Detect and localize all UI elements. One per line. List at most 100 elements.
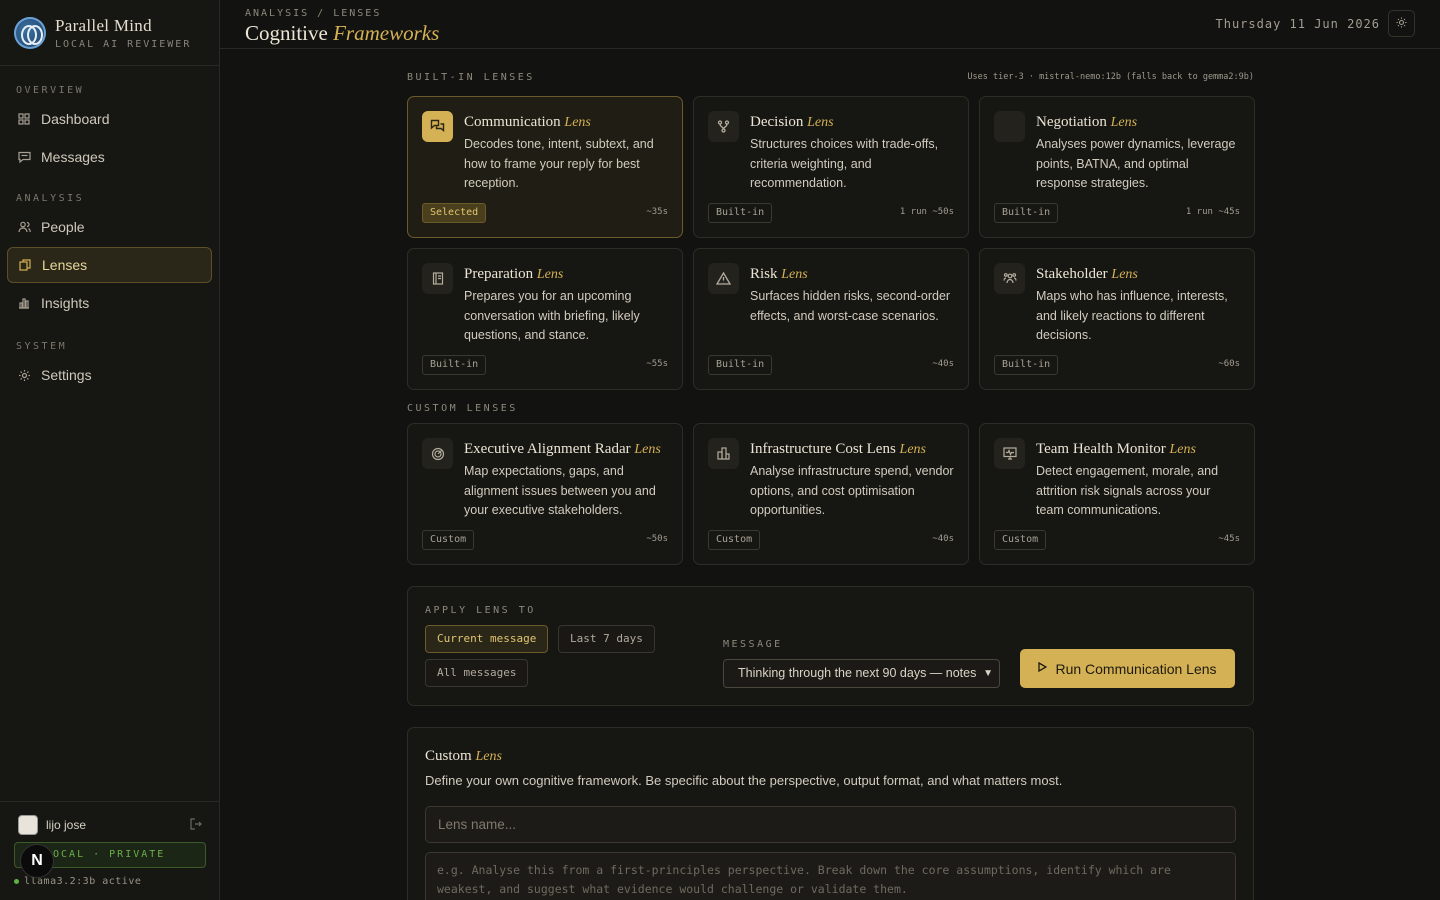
lens-card-team-health-monitor[interactable]: Team Health Monitor Lens Detect engageme… bbox=[979, 423, 1255, 565]
building-icon bbox=[708, 438, 739, 469]
lens-name: Negotiation bbox=[1036, 114, 1107, 130]
lens-suffix: Lens bbox=[564, 115, 591, 130]
page-title-accent: Frameworks bbox=[333, 21, 440, 45]
lens-card-executive-alignment-radar[interactable]: Executive Alignment Radar Lens Map expec… bbox=[407, 423, 683, 565]
status-badge: Selected bbox=[422, 203, 487, 223]
scope-current-message[interactable]: Current message bbox=[425, 625, 549, 653]
theme-toggle-button[interactable] bbox=[1388, 10, 1415, 37]
lens-description: Decodes tone, intent, subtext, and how t… bbox=[464, 137, 654, 190]
custom-lens-grid: Executive Alignment Radar Lens Map expec… bbox=[407, 423, 1255, 565]
status-badge: Custom bbox=[994, 530, 1047, 550]
lens-suffix: Lens bbox=[807, 115, 834, 130]
lens-prompt-textarea[interactable] bbox=[425, 852, 1236, 900]
lens-card-decision[interactable]: Decision Lens Structures choices with tr… bbox=[693, 96, 969, 238]
sidebar-item-label: Dashboard bbox=[41, 111, 110, 127]
lens-name: Team Health Monitor bbox=[1036, 441, 1166, 457]
top-header: ANALYSIS / LENSES Cognitive Frameworks T… bbox=[220, 0, 1440, 49]
sidebar-item-messages[interactable]: Messages bbox=[7, 139, 212, 175]
lens-description: Surfaces hidden risks, second-order effe… bbox=[750, 289, 951, 323]
apply-lens-label: APPLY LENS TO bbox=[425, 605, 536, 616]
radar-icon bbox=[422, 438, 453, 469]
status-badge: Built-in bbox=[422, 355, 487, 375]
status-badge: Custom bbox=[708, 530, 761, 550]
scope-all-messages[interactable]: All messages bbox=[425, 659, 529, 687]
sidebar-item-lenses[interactable]: Lenses bbox=[7, 247, 212, 283]
sun-icon bbox=[1396, 17, 1407, 31]
lens-card-infrastructure-cost[interactable]: Infrastructure Cost Lens Lens Analyse in… bbox=[693, 423, 969, 565]
lens-card-stakeholder[interactable]: Stakeholder Lens Maps who has influence,… bbox=[979, 248, 1255, 390]
lens-name: Executive Alignment Radar bbox=[464, 441, 631, 457]
message-icon bbox=[17, 150, 31, 164]
clipboard-icon bbox=[422, 263, 453, 294]
sidebar-item-people[interactable]: People bbox=[7, 209, 212, 245]
lens-card-title: Negotiation Lens bbox=[1036, 114, 1240, 131]
builtin-lens-grid: Communication Lens Decodes tone, intent,… bbox=[407, 96, 1255, 390]
user-row: lijo jose bbox=[0, 802, 220, 836]
lens-name: Risk bbox=[750, 266, 778, 282]
scope-last-7-days[interactable]: Last 7 days bbox=[558, 625, 655, 653]
nav-section-analysis: ANALYSIS bbox=[16, 193, 85, 204]
lens-description: Analyse infrastructure spend, vendor opt… bbox=[750, 464, 954, 517]
message-select-value: Thinking through the next 90 days — note… bbox=[738, 666, 977, 680]
lens-card-negotiation[interactable]: Negotiation Lens Analyses power dynamics… bbox=[979, 96, 1255, 238]
status-badge: Built-in bbox=[708, 355, 773, 375]
layers-icon bbox=[18, 258, 32, 272]
lens-card-title: Risk Lens bbox=[750, 266, 954, 283]
lens-run-meta: ~60s bbox=[1218, 359, 1240, 369]
lens-run-meta: ~35s bbox=[646, 207, 668, 217]
chat-bubbles-icon bbox=[422, 111, 453, 142]
brand-subtitle: LOCAL AI REVIEWER bbox=[55, 38, 192, 50]
lens-card-title: Communication Lens bbox=[464, 114, 668, 131]
brand: Parallel Mind LOCAL AI REVIEWER bbox=[0, 0, 219, 66]
avatar bbox=[18, 815, 38, 835]
lens-suffix: Lens bbox=[1169, 442, 1196, 457]
lens-card-title: Stakeholder Lens bbox=[1036, 266, 1240, 283]
run-lens-button[interactable]: Run Communication Lens bbox=[1020, 649, 1235, 688]
lens-run-meta: 1 run ~50s bbox=[899, 207, 954, 217]
lens-card-title: Preparation Lens bbox=[464, 266, 668, 283]
lens-name-input[interactable] bbox=[425, 806, 1236, 843]
lens-suffix: Lens bbox=[899, 442, 926, 457]
sidebar-item-dashboard[interactable]: Dashboard bbox=[7, 101, 212, 137]
lens-description: Map expectations, gaps, and alignment is… bbox=[464, 464, 656, 517]
people-icon bbox=[17, 220, 31, 234]
people-group-icon bbox=[994, 263, 1025, 294]
branch-icon bbox=[708, 111, 739, 142]
lens-card-title: Executive Alignment Radar Lens bbox=[464, 441, 668, 458]
sidebar-item-label: Insights bbox=[41, 295, 90, 311]
run-lens-label: Run Communication Lens bbox=[1055, 660, 1217, 677]
lens-name: Stakeholder bbox=[1036, 266, 1108, 282]
sidebar-item-label: People bbox=[41, 219, 85, 235]
lens-run-meta: ~45s bbox=[1218, 534, 1240, 544]
sidebar-item-insights[interactable]: Insights bbox=[7, 285, 212, 321]
lens-description: Prepares you for an upcoming conversatio… bbox=[464, 289, 640, 342]
lens-card-title: Infrastructure Cost Lens Lens bbox=[750, 441, 954, 458]
lens-card-preparation[interactable]: Preparation Lens Prepares you for an upc… bbox=[407, 248, 683, 390]
model-status-text: llama3.2:3b active bbox=[24, 876, 142, 887]
lens-run-meta: 1 run ~45s bbox=[1185, 207, 1240, 217]
gear-icon bbox=[17, 368, 31, 382]
lens-suffix: Lens bbox=[536, 267, 564, 282]
chevron-down-icon: ▼ bbox=[983, 668, 993, 679]
lens-description: Maps who has influence, interests, and l… bbox=[1036, 289, 1228, 342]
handshake-icon bbox=[994, 111, 1025, 142]
sidebar-item-label: Messages bbox=[41, 149, 105, 165]
status-badge: Custom bbox=[422, 530, 475, 550]
message-select[interactable]: Thinking through the next 90 days — note… bbox=[723, 659, 1000, 688]
brand-name: Parallel Mind bbox=[55, 15, 152, 35]
warning-icon bbox=[708, 263, 739, 294]
lens-card-risk[interactable]: Risk Lens Surfaces hidden risks, second-… bbox=[693, 248, 969, 390]
apply-lens-panel: APPLY LENS TO Current message Last 7 day… bbox=[407, 586, 1254, 706]
sidebar: Parallel Mind LOCAL AI REVIEWER OVERVIEW… bbox=[0, 0, 220, 900]
lens-suffix: Lens bbox=[634, 442, 661, 457]
bar-chart-icon bbox=[17, 296, 31, 310]
lens-card-communication[interactable]: Communication Lens Decodes tone, intent,… bbox=[407, 96, 683, 238]
sidebar-item-settings[interactable]: Settings bbox=[7, 357, 212, 393]
logout-icon[interactable] bbox=[190, 817, 202, 833]
status-badge: Built-in bbox=[708, 203, 773, 223]
status-badge: Built-in bbox=[994, 203, 1059, 223]
custom-lens-title: Custom Lens bbox=[425, 748, 502, 765]
sidebar-item-label: Settings bbox=[41, 367, 92, 383]
n-avatar-badge[interactable]: N bbox=[20, 844, 54, 878]
header-date: Thursday 11 Jun 2026 bbox=[1215, 17, 1380, 31]
